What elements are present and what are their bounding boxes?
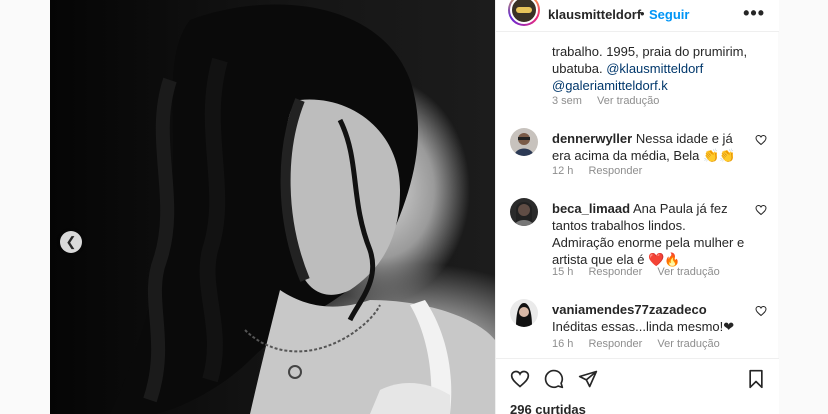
comment-time: 15 h — [552, 266, 574, 278]
caption-mention[interactable]: @klausmitteldorf — [606, 61, 703, 76]
comment-body: vaniamendes77zazadeco Inéditas essas...l… — [552, 301, 747, 335]
comment-time: 12 h — [552, 165, 574, 177]
chevron-left-icon: ❮ — [65, 234, 77, 249]
reply-link[interactable]: Responder — [588, 165, 642, 177]
header-separator: • — [640, 6, 645, 21]
follow-button[interactable]: Seguir — [649, 7, 689, 22]
comment-username[interactable]: beca_limaad — [552, 201, 630, 216]
portrait-illustration — [110, 4, 495, 414]
commenter-avatar[interactable] — [510, 198, 538, 226]
post-side-panel: klausmitteldorf • Seguir ••• trabalho. 1… — [495, 0, 779, 414]
likes-count[interactable]: 296 curtidas — [510, 402, 586, 414]
previous-photo-button[interactable]: ❮ — [60, 231, 82, 253]
commenter-avatar[interactable] — [510, 299, 538, 327]
caption-meta: 3 sem Ver tradução — [552, 95, 671, 107]
heart-icon[interactable] — [755, 134, 767, 146]
comment-username[interactable]: dennerwyller — [552, 131, 632, 146]
comment-translate-link[interactable]: Ver tradução — [657, 338, 719, 350]
caption-translate-link[interactable]: Ver tradução — [597, 95, 659, 107]
comment-time: 16 h — [552, 338, 574, 350]
comment-translate-link[interactable]: Ver tradução — [657, 266, 719, 278]
caption-time: 3 sem — [552, 95, 582, 107]
post-header: klausmitteldorf • Seguir ••• — [496, 0, 779, 32]
comment-username[interactable]: vaniamendes77zazadeco — [552, 302, 707, 317]
author-username[interactable]: klausmitteldorf — [548, 7, 641, 22]
comment-body: beca_limaad Ana Paula já fez tantos trab… — [552, 200, 747, 268]
comment-meta: 12 h Responder — [552, 165, 654, 177]
heart-icon[interactable] — [755, 305, 767, 317]
reply-link[interactable]: Responder — [588, 266, 642, 278]
send-icon[interactable] — [578, 369, 598, 389]
comment-meta: 16 h Responder Ver tradução — [552, 338, 732, 350]
reply-link[interactable]: Responder — [588, 338, 642, 350]
post-photo[interactable] — [50, 0, 495, 414]
comment-body: dennerwyller Nessa idade e já era acima … — [552, 130, 747, 164]
heart-icon[interactable] — [755, 204, 767, 216]
post-caption: trabalho. 1995, praia do prumirim, ubatu… — [552, 43, 752, 94]
more-options-icon[interactable]: ••• — [743, 3, 765, 24]
commenter-avatar[interactable] — [510, 128, 538, 156]
heart-icon[interactable] — [510, 369, 530, 389]
comment-meta: 15 h Responder Ver tradução — [552, 266, 732, 278]
bookmark-icon[interactable] — [747, 369, 765, 389]
caption-mention[interactable]: @galeriamitteldorf.k — [552, 78, 668, 93]
comment-icon[interactable] — [544, 369, 564, 389]
author-avatar[interactable] — [508, 0, 540, 26]
comment-text: Inéditas essas...linda mesmo!❤ — [552, 319, 735, 334]
